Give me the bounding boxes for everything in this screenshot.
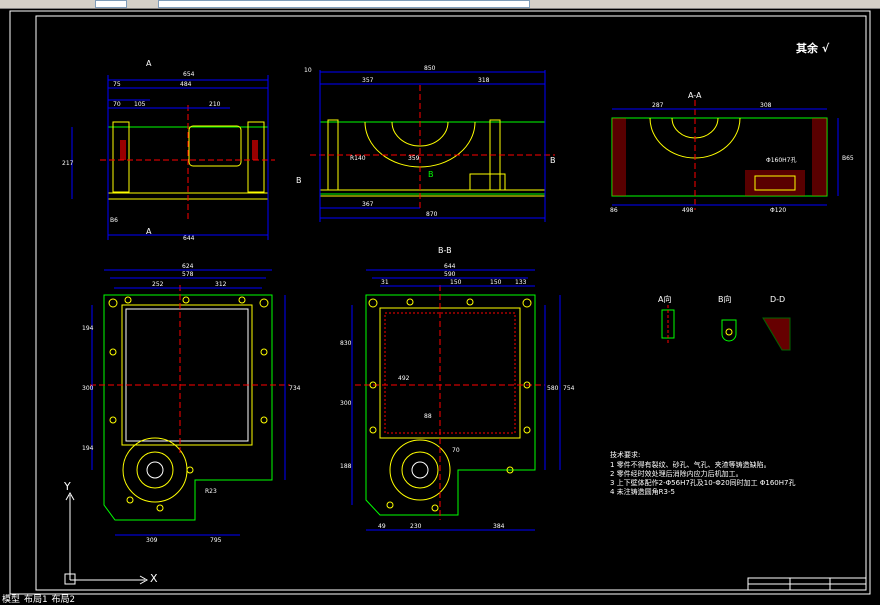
notes-heading: 技术要求: (610, 450, 640, 459)
dim-text: 580 (547, 385, 559, 392)
dim-text: 367 (362, 201, 374, 208)
section-marker: B (550, 156, 556, 165)
dim-text: 578 (182, 271, 194, 278)
toolbar-strip (0, 0, 880, 9)
dim-text: 75 (113, 81, 121, 88)
dim-text: 210 (209, 101, 221, 108)
dim-text: 624 (182, 263, 194, 270)
dim-text: 754 (563, 385, 575, 392)
view-a-detail[interactable]: A向 (658, 294, 675, 345)
dim-text: 312 (215, 281, 227, 288)
section-aa-view[interactable]: A-A (611, 91, 839, 210)
dim-text: B65 (842, 155, 854, 162)
tab-layout1[interactable]: 布局1 (22, 595, 49, 605)
toolbar-field[interactable] (95, 0, 127, 8)
dim-text: 70 (113, 101, 121, 108)
view-title: B-B (438, 246, 452, 255)
dim-text: 86 (610, 207, 618, 214)
dim-text: 287 (652, 102, 664, 109)
dim-text: 194 (82, 445, 94, 452)
note-item: 4 未注铸造圆角R3-5 (610, 487, 675, 496)
dim-text: 492 (398, 375, 410, 382)
ucs-icon (64, 491, 149, 585)
dim-text: 830 (340, 340, 352, 347)
dim-text: 10 (304, 67, 312, 74)
dim-text: 49 (378, 523, 386, 530)
dim-text: 384 (493, 523, 505, 530)
axis-y-label: Y (63, 480, 71, 493)
axis-x-label: X (150, 572, 158, 585)
section-marker: B (296, 176, 302, 185)
dim-text: 644 (183, 235, 195, 242)
view-title: A向 (658, 294, 671, 304)
section-marker: A (146, 59, 152, 68)
dim-text: 795 (210, 537, 222, 544)
dim-text: 105 (134, 101, 146, 108)
note-item: 3 上下壁体配作2-Φ56H7孔及10-Φ20同时加工 Φ160H7孔 (610, 478, 795, 487)
section-bb-view[interactable]: B-B (351, 246, 561, 531)
dim-text: 734 (289, 385, 301, 392)
dim-text: 31 (381, 279, 389, 286)
dim-text: 150 (450, 279, 462, 286)
title-block (747, 577, 867, 591)
dim-text: 309 (146, 537, 158, 544)
dim-text: 252 (152, 281, 164, 288)
dim-text: 654 (183, 71, 195, 78)
dim-text: 70 (452, 447, 460, 454)
dim-text: 359 (408, 155, 420, 162)
dim-text: 133 (515, 279, 527, 286)
section-marker: B (428, 170, 434, 179)
toolbar-field[interactable] (158, 0, 530, 8)
inner-border (35, 15, 867, 591)
view-b-detail[interactable]: B向 (718, 294, 737, 342)
dim-text: 188 (340, 463, 352, 470)
dim-text: 217 (62, 160, 74, 167)
drawing-canvas[interactable]: 654 484 75 70 105 210 217 644 B6 A A 850 (0, 9, 880, 605)
dim-text: 850 (424, 65, 436, 72)
section-dd-detail[interactable]: D-D (762, 295, 791, 351)
plan-view[interactable] (90, 269, 290, 536)
technical-notes: 技术要求: 1 零件不得有裂纹、砂孔、气孔、夹渣等铸造缺陷。 2 零件经时效处理… (610, 450, 795, 496)
dim-text: 484 (180, 81, 192, 88)
layout-tabs: 模型 布局1 布局2 (0, 595, 77, 605)
note-item: 1 零件不得有裂纹、砂孔、气孔、夹渣等铸造缺陷。 (610, 460, 771, 469)
dim-text: R23 (205, 488, 217, 495)
dim-text: Φ120 (770, 207, 786, 214)
dim-text: 308 (760, 102, 772, 109)
view-title: B向 (718, 294, 732, 304)
section-marker: A (146, 227, 152, 236)
dim-text: 150 (490, 279, 502, 286)
dim-text: 194 (82, 325, 94, 332)
view-title: D-D (770, 295, 785, 304)
dim-text: 300 (340, 400, 352, 407)
view-title: A-A (688, 91, 702, 100)
dim-text: B6 (110, 217, 118, 224)
dim-text: Φ160H7孔 (766, 156, 797, 164)
note-item: 2 零件经时效处理后消除内应力后机加工。 (610, 469, 743, 478)
dim-text: 870 (426, 211, 438, 218)
dim-text: 498 (682, 207, 694, 214)
tab-model[interactable]: 模型 (0, 595, 22, 605)
dim-text: 318 (478, 77, 490, 84)
dim-text: 300 (82, 385, 94, 392)
dim-text: 590 (444, 271, 456, 278)
dim-text: 230 (410, 523, 422, 530)
dim-text: 644 (444, 263, 456, 270)
side-view[interactable] (310, 70, 555, 222)
dim-text: 88 (424, 413, 432, 420)
surface-finish-note: 其余 √ (796, 42, 830, 55)
front-view[interactable] (71, 75, 275, 240)
tab-layout2[interactable]: 布局2 (49, 595, 76, 605)
dim-text: 357 (362, 77, 374, 84)
dim-text: R140 (350, 155, 366, 162)
